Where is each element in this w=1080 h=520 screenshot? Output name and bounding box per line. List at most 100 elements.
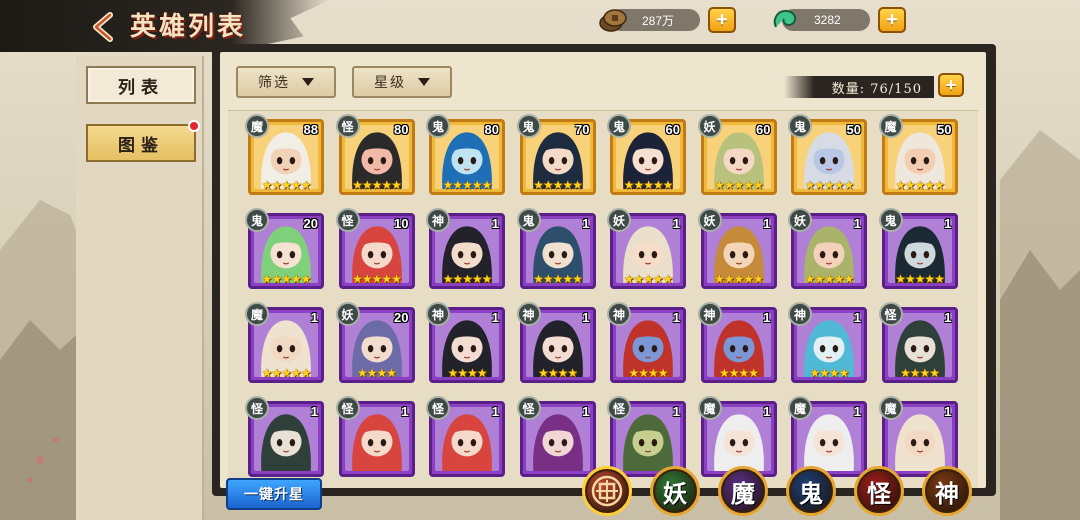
notification-dot	[188, 120, 200, 132]
hero-level: 1	[582, 310, 590, 325]
hero-card[interactable]: 妖 20 ★★★★	[335, 302, 415, 383]
faction-filter-button[interactable]: 神	[922, 466, 972, 516]
hero-card[interactable]: 妖 1 ★★★★★	[607, 208, 686, 289]
hero-card[interactable]: 鬼 1 ★★★★★	[516, 208, 596, 289]
sidebar-tab-list[interactable]: 列表	[86, 66, 196, 104]
hero-level: 88	[303, 122, 318, 137]
hero-card[interactable]: 魔 50 ★★★★★	[878, 114, 958, 195]
faction-badge: 鬼	[788, 114, 812, 138]
faction-filter-all[interactable]	[582, 466, 632, 516]
faction-filter-button[interactable]: 鬼	[786, 466, 836, 516]
faction-badge: 神	[788, 302, 812, 326]
faction-badge: 神	[697, 302, 722, 326]
star-rating: ★★★★★	[533, 178, 583, 192]
faction-badge: 神	[426, 302, 450, 326]
faction-badge: 魔	[878, 114, 903, 138]
faction-filter-button[interactable]: 魔	[718, 466, 768, 516]
expand-capacity-button[interactable]: +	[938, 73, 964, 97]
faction-badge: 神	[426, 208, 450, 232]
faction-badge: 怪	[335, 208, 360, 232]
jade-resource: 3282 +	[770, 7, 906, 33]
hero-level: 1	[491, 216, 499, 231]
hero-card[interactable]: 神 1 ★★★★	[697, 302, 777, 383]
hero-card[interactable]: 怪 1 ★★★★	[878, 302, 958, 383]
hero-level: 60	[665, 122, 680, 137]
faction-badge: 鬼	[607, 114, 631, 138]
hero-card[interactable]: 神 1 ★★★★	[788, 302, 867, 383]
back-button[interactable]	[86, 10, 120, 44]
hero-card[interactable]: 妖 1 ★★★★★	[697, 208, 777, 289]
faction-badge: 鬼	[516, 114, 541, 138]
star-dropdown[interactable]: 星级	[352, 66, 452, 98]
jade-icon	[773, 9, 797, 28]
hero-level: 10	[394, 216, 409, 231]
left-sidebar: 列表 图鉴	[76, 56, 204, 520]
hero-card[interactable]: 怪 10 ★★★★★	[335, 208, 415, 289]
hero-card[interactable]: 鬼 70 ★★★★★	[516, 114, 596, 195]
coin-icon	[599, 9, 627, 32]
faction-badge: 怪	[335, 396, 360, 420]
hero-card[interactable]: 怪1	[335, 396, 415, 477]
hero-level: 1	[401, 404, 409, 419]
star-rating: ★★★★★	[442, 272, 493, 286]
hero-card[interactable]: 怪1	[245, 396, 324, 477]
hero-card[interactable]: 妖 60 ★★★★★	[697, 114, 777, 195]
hero-card[interactable]: 鬼 1 ★★★★★	[878, 208, 958, 289]
hero-card[interactable]: 神 1 ★★★★★	[426, 208, 505, 289]
hero-card[interactable]: 神 1 ★★★★	[426, 302, 505, 383]
star-rating: ★★★★★	[623, 178, 674, 192]
hero-level: 50	[937, 122, 952, 137]
faction-badge: 怪	[878, 302, 903, 326]
hero-level: 1	[310, 404, 318, 419]
star-rating: ★★★★	[899, 366, 940, 380]
hero-level: 1	[582, 404, 590, 419]
sidebar-tab-codex[interactable]: 图鉴	[86, 120, 200, 162]
sidebar-tab-label: 列表	[118, 77, 164, 98]
hero-level: 1	[853, 310, 861, 325]
star-rating: ★★★★	[537, 366, 578, 380]
star-rating: ★★★★★	[714, 178, 764, 192]
hero-card[interactable]: 神 1 ★★★★	[607, 302, 686, 383]
hero-card[interactable]: 鬼 20 ★★★★★	[245, 208, 324, 289]
star-rating: ★★★★★	[714, 272, 764, 286]
hero-card[interactable]: 鬼 60 ★★★★★	[607, 114, 686, 195]
page-title: 英雄列表	[130, 12, 247, 42]
hero-card[interactable]: 魔 1 ★★★★★	[245, 302, 324, 383]
hero-card[interactable]: 怪 80 ★★★★★	[335, 114, 415, 195]
hero-grid[interactable]: 魔 88 ★★★★★ 怪 80 ★★★★★ 鬼 80 ★★★★★ 鬼 70 ★★★★★ 鬼 60 ★★★★★…	[228, 110, 978, 488]
faction-badge: 怪	[516, 396, 541, 420]
hero-level: 1	[672, 404, 680, 419]
add-coins-button[interactable]: +	[708, 7, 736, 33]
upgrade-label: 一键升星	[244, 487, 304, 503]
hero-card[interactable]: 怪1	[426, 396, 505, 477]
hero-card[interactable]: 魔1	[788, 396, 867, 477]
filter-dropdown[interactable]: 筛选	[236, 66, 336, 98]
hero-card[interactable]: 神 1 ★★★★	[516, 302, 596, 383]
star-rating: ★★★★★	[261, 272, 312, 286]
hero-card[interactable]: 妖 1 ★★★★★	[788, 208, 867, 289]
star-rating: ★★★★	[356, 366, 397, 380]
hero-card[interactable]: 鬼 50 ★★★★★	[788, 114, 867, 195]
hero-card[interactable]: 魔 88 ★★★★★	[245, 114, 324, 195]
sidebar-tab-label: 图鉴	[118, 135, 164, 156]
filter-label: 筛选	[258, 75, 290, 91]
hero-level: 20	[394, 310, 409, 325]
hero-level: 80	[394, 122, 409, 137]
star-rating: ★★★★★	[261, 366, 312, 380]
faction-badge: 神	[607, 302, 631, 326]
star-rating: ★★★★★	[352, 272, 402, 286]
faction-filter-button[interactable]: 怪	[854, 466, 904, 516]
hero-card[interactable]: 鬼 80 ★★★★★	[426, 114, 505, 195]
faction-filter-button[interactable]: 妖	[650, 466, 700, 516]
hero-card[interactable]: 怪1	[516, 396, 596, 477]
star-rating: ★★★★★	[261, 178, 312, 192]
faction-badge: 鬼	[245, 208, 269, 232]
faction-filter-label: 神	[935, 478, 959, 508]
hero-level: 60	[756, 122, 771, 137]
star-rating: ★★★★	[809, 366, 849, 380]
faction-badge: 怪	[426, 396, 450, 420]
add-jade-button[interactable]: +	[878, 7, 906, 33]
one-click-upgrade-button[interactable]: 一键升星	[226, 478, 322, 510]
star-rating: ★★★★	[718, 366, 759, 380]
star-rating: ★★★★★	[442, 178, 493, 192]
